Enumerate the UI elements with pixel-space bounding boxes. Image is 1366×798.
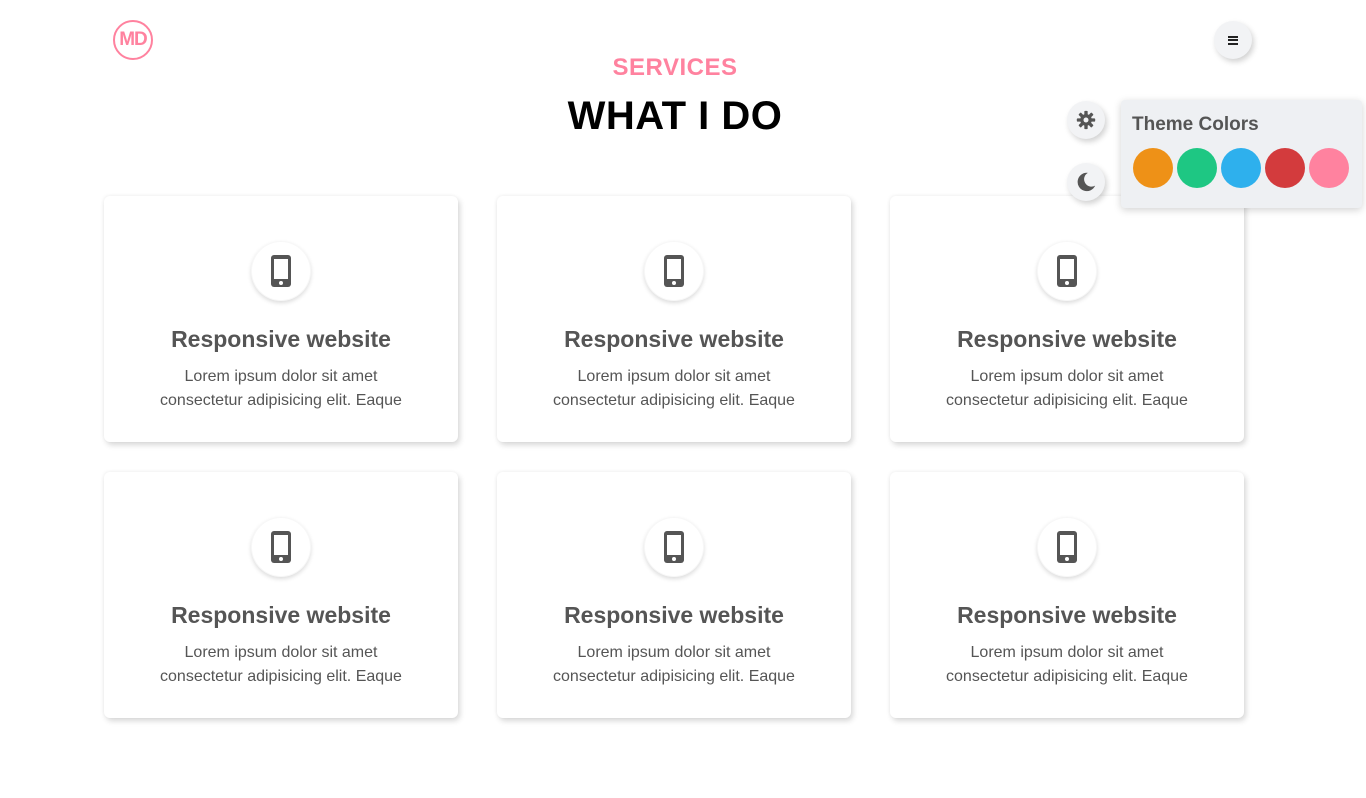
service-description-line: Lorem ipsum dolor sit amet xyxy=(577,368,771,385)
theme-settings-button[interactable] xyxy=(1067,101,1105,139)
color-swatch-red[interactable] xyxy=(1265,148,1305,188)
service-description-line: Lorem ipsum dolor sit amet xyxy=(184,368,378,385)
service-description-line: consectetur adipisicing elit. Eaque xyxy=(553,392,795,409)
service-description: Lorem ipsum dolor sit amet consectetur a… xyxy=(890,365,1244,413)
mobile-phone-icon xyxy=(251,517,311,577)
theme-colors-panel: Theme Colors xyxy=(1121,100,1362,208)
color-swatches xyxy=(1133,148,1349,188)
service-title: Responsive website xyxy=(171,602,391,628)
page: MD SERVICES WHAT I DO Responsive website… xyxy=(0,0,1366,798)
service-title: Responsive website xyxy=(564,326,784,352)
moon-icon xyxy=(1077,172,1096,192)
section-subtitle: SERVICES xyxy=(612,54,738,81)
service-card: Responsive website Lorem ipsum dolor sit… xyxy=(890,196,1244,442)
service-description-line: consectetur adipisicing elit. Eaque xyxy=(946,668,1188,685)
mobile-phone-icon xyxy=(644,241,704,301)
service-card: Responsive website Lorem ipsum dolor sit… xyxy=(497,196,851,442)
color-swatch-blue[interactable] xyxy=(1221,148,1261,188)
service-description-line: Lorem ipsum dolor sit amet xyxy=(970,368,1164,385)
service-title: Responsive website xyxy=(564,602,784,628)
service-description-line: consectetur adipisicing elit. Eaque xyxy=(553,668,795,685)
service-card: Responsive website Lorem ipsum dolor sit… xyxy=(104,196,458,442)
service-description-line: Lorem ipsum dolor sit amet xyxy=(577,644,771,661)
service-description-line: Lorem ipsum dolor sit amet xyxy=(970,644,1164,661)
service-card: Responsive website Lorem ipsum dolor sit… xyxy=(890,472,1244,718)
color-swatch-green[interactable] xyxy=(1177,148,1217,188)
hamburger-icon xyxy=(1228,35,1238,45)
dark-mode-toggle[interactable] xyxy=(1067,163,1105,201)
service-description-line: Lorem ipsum dolor sit amet xyxy=(184,644,378,661)
service-title: Responsive website xyxy=(171,326,391,352)
color-swatch-pink[interactable] xyxy=(1309,148,1349,188)
theme-colors-title: Theme Colors xyxy=(1132,114,1259,135)
service-card: Responsive website Lorem ipsum dolor sit… xyxy=(104,472,458,718)
mobile-phone-icon xyxy=(251,241,311,301)
mobile-phone-icon xyxy=(1037,517,1097,577)
service-description: Lorem ipsum dolor sit amet consectetur a… xyxy=(890,641,1244,689)
service-description: Lorem ipsum dolor sit amet consectetur a… xyxy=(104,641,458,689)
gear-icon xyxy=(1076,110,1096,130)
service-description: Lorem ipsum dolor sit amet consectetur a… xyxy=(497,365,851,413)
service-title: Responsive website xyxy=(957,326,1177,352)
color-swatch-orange[interactable] xyxy=(1133,148,1173,188)
service-description-line: consectetur adipisicing elit. Eaque xyxy=(160,392,402,409)
service-description-line: consectetur adipisicing elit. Eaque xyxy=(160,668,402,685)
service-description: Lorem ipsum dolor sit amet consectetur a… xyxy=(104,365,458,413)
mobile-phone-icon xyxy=(1037,241,1097,301)
service-title: Responsive website xyxy=(957,602,1177,628)
service-description-line: consectetur adipisicing elit. Eaque xyxy=(946,392,1188,409)
service-description: Lorem ipsum dolor sit amet consectetur a… xyxy=(497,641,851,689)
service-card: Responsive website Lorem ipsum dolor sit… xyxy=(497,472,851,718)
mobile-phone-icon xyxy=(644,517,704,577)
